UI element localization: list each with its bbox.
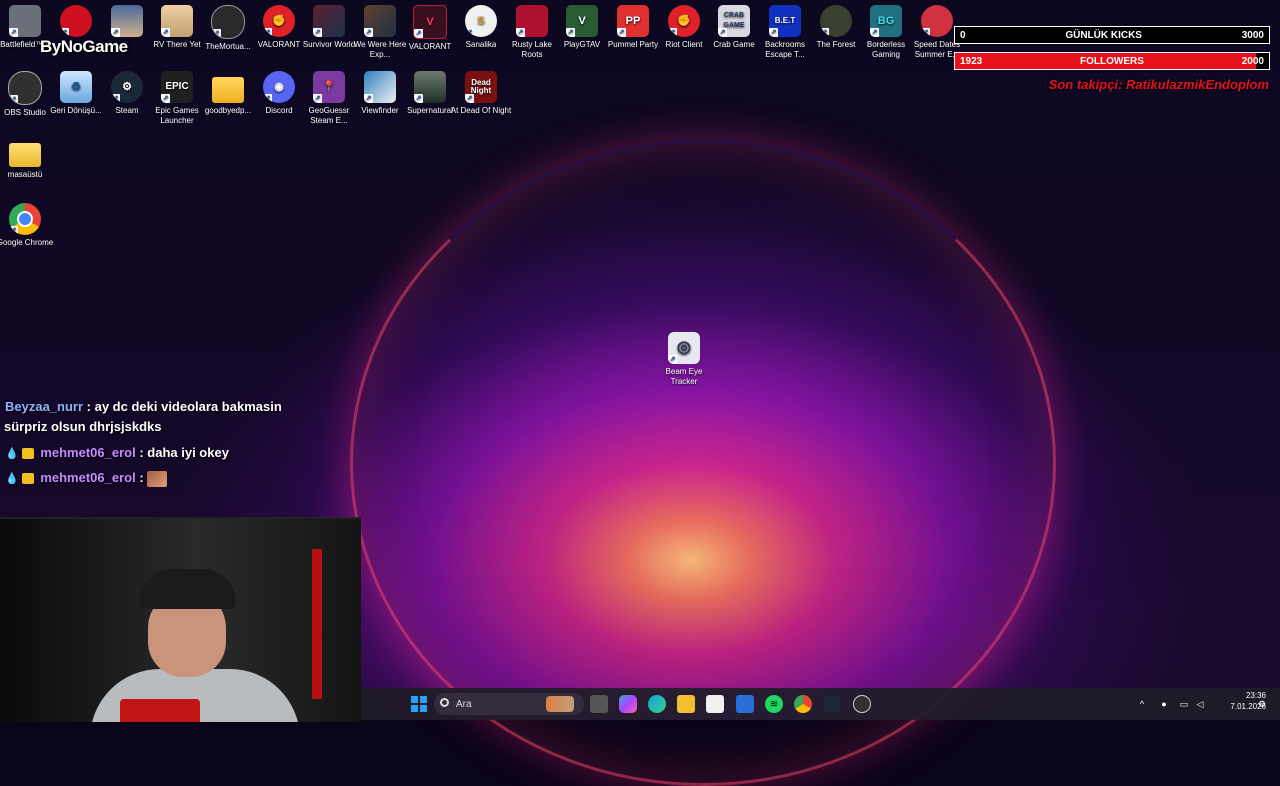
crab-game-icon: CRAB GAME ↗ bbox=[718, 5, 750, 37]
obs-icon: ↗ bbox=[8, 71, 42, 105]
folder-icon bbox=[212, 77, 244, 103]
battlefield-icon: ↗ bbox=[9, 5, 41, 37]
last-follower-text: Son takipçi: RatikulazmikEndoplom bbox=[1048, 77, 1269, 92]
search-highlight-icon bbox=[546, 696, 574, 712]
viewfinder-icon: ↗ bbox=[364, 71, 396, 103]
dead-of-night-icon: Dead Night ↗ bbox=[465, 71, 497, 103]
search-icon bbox=[440, 698, 449, 707]
sanalika-icon: S ↗ bbox=[465, 5, 497, 37]
daily-kicks-goal-bar: 0 GÜNLÜK KICKS 3000 bbox=[954, 26, 1270, 44]
supernatural-icon: ↗ bbox=[414, 71, 446, 103]
drop-badge-icon: 💧 bbox=[5, 448, 19, 460]
desktop-icon-beam-eye-tracker[interactable]: ◎ ↗ Beam Eye Tracker bbox=[653, 332, 715, 387]
task-view-icon[interactable] bbox=[590, 695, 608, 713]
epic-games-icon: EPIC ↗ bbox=[161, 71, 193, 103]
speed-dates-icon: ↗ bbox=[921, 5, 953, 37]
borderless-icon: BG ↗ bbox=[870, 5, 902, 37]
mortuary-icon: ↗ bbox=[211, 5, 245, 39]
desktop-icon-at-dead-of-night[interactable]: Dead Night ↗ At Dead Of Night bbox=[450, 71, 512, 116]
gta-icon: V ↗ bbox=[566, 5, 598, 37]
network-icon[interactable]: ▭ bbox=[1179, 699, 1189, 709]
chat-text: : ay dc deki videolara bakmasin bbox=[86, 399, 282, 414]
edge-icon[interactable] bbox=[648, 695, 666, 713]
recycle-bin-icon: ♻ bbox=[60, 71, 92, 103]
we-were-here-icon: ↗ bbox=[364, 5, 396, 37]
crown-badge-icon bbox=[21, 448, 34, 460]
emote-icon bbox=[147, 470, 168, 487]
chat-text: : bbox=[139, 470, 144, 485]
streamer-brand-logo: ByNoGame bbox=[40, 37, 128, 56]
chat-message: Beyzaa_nurr : ay dc deki videolara bakma… bbox=[5, 397, 282, 417]
beam-eye-icon: ◎ ↗ bbox=[668, 332, 700, 364]
notifications-icon[interactable]: ⚙ bbox=[1257, 699, 1267, 709]
chrome-taskbar-icon[interactable] bbox=[794, 695, 812, 713]
windows-start-icon[interactable] bbox=[410, 695, 428, 713]
pummel-party-icon: PP ↗ bbox=[617, 5, 649, 37]
file-explorer-icon[interactable] bbox=[677, 695, 695, 713]
spotify-icon[interactable]: ≋ bbox=[765, 695, 783, 713]
rusty-lake-icon: ↗ bbox=[516, 5, 548, 37]
followers-label: FOLLOWERS bbox=[1080, 55, 1144, 67]
kicks-current: 0 bbox=[960, 29, 966, 41]
survivor-icon: ↗ bbox=[313, 5, 345, 37]
riot-client-icon: ✊ ↗ bbox=[668, 5, 700, 37]
crown-badge-icon bbox=[21, 473, 34, 485]
steam-taskbar-icon[interactable] bbox=[823, 695, 841, 713]
chat-username: mehmet06_erol bbox=[40, 470, 136, 485]
search-label: Ara bbox=[456, 698, 472, 710]
chat-message: 💧 mehmet06_erol : bbox=[5, 468, 168, 489]
chat-message-continuation: sürpriz olsun dhrjsjskdks bbox=[4, 419, 162, 434]
microphone-tray-icon[interactable]: ● bbox=[1159, 699, 1169, 709]
taskbar-search[interactable]: Ara bbox=[434, 693, 584, 715]
mail-icon[interactable] bbox=[736, 695, 754, 713]
desktop-icon-masaustu-folder[interactable]: masaüstü bbox=[0, 137, 56, 180]
steam-icon: ⚙ ↗ bbox=[111, 71, 143, 103]
discord-icon: ◉ ↗ bbox=[263, 71, 295, 103]
chat-username: Beyzaa_nurr bbox=[5, 399, 84, 414]
game-cover-icon: ↗ bbox=[111, 5, 143, 37]
microphone-icon bbox=[120, 699, 200, 722]
chat-username: mehmet06_erol bbox=[40, 445, 136, 460]
forest-icon: ↗ bbox=[820, 5, 852, 37]
kicks-goal: 3000 bbox=[1241, 29, 1264, 41]
backrooms-icon: B.E.T ↗ bbox=[769, 5, 801, 37]
geoguessr-icon: 📍 ↗ bbox=[313, 71, 345, 103]
red-mask-icon: ↗ bbox=[60, 5, 92, 37]
tray-chevron-up-icon[interactable]: ^ bbox=[1137, 699, 1147, 709]
webcam-feed bbox=[0, 517, 361, 722]
folder-icon bbox=[9, 143, 41, 167]
drop-badge-icon: 💧 bbox=[5, 473, 19, 485]
volume-icon[interactable]: ◁ bbox=[1195, 699, 1205, 709]
copilot-icon[interactable] bbox=[619, 695, 637, 713]
chrome-icon: ↗ bbox=[9, 203, 41, 235]
rv-game-icon: ↗ bbox=[161, 5, 193, 37]
riot-fist-icon: ✊ ↗ bbox=[263, 5, 295, 37]
followers-goal-bar: 1923 FOLLOWERS 2000 bbox=[954, 52, 1270, 70]
microsoft-store-icon[interactable] bbox=[706, 695, 724, 713]
chat-text: : daha iyi okey bbox=[139, 445, 229, 460]
taskbar: Ara ≋ ^ ● ▭ ◁ 23:36 7.01.2026 ⚙ bbox=[361, 688, 1280, 720]
followers-goal: 2000 bbox=[1241, 55, 1264, 67]
valorant-icon: V ↗ bbox=[413, 5, 447, 39]
chat-message: 💧 mehmet06_erol : daha iyi okey bbox=[5, 443, 229, 464]
kicks-label: GÜNLÜK KICKS bbox=[1065, 29, 1142, 41]
obs-taskbar-icon[interactable] bbox=[853, 695, 871, 713]
desktop-icon-chrome[interactable]: ↗ Google Chrome bbox=[0, 203, 56, 248]
followers-current: 1923 bbox=[960, 55, 983, 67]
